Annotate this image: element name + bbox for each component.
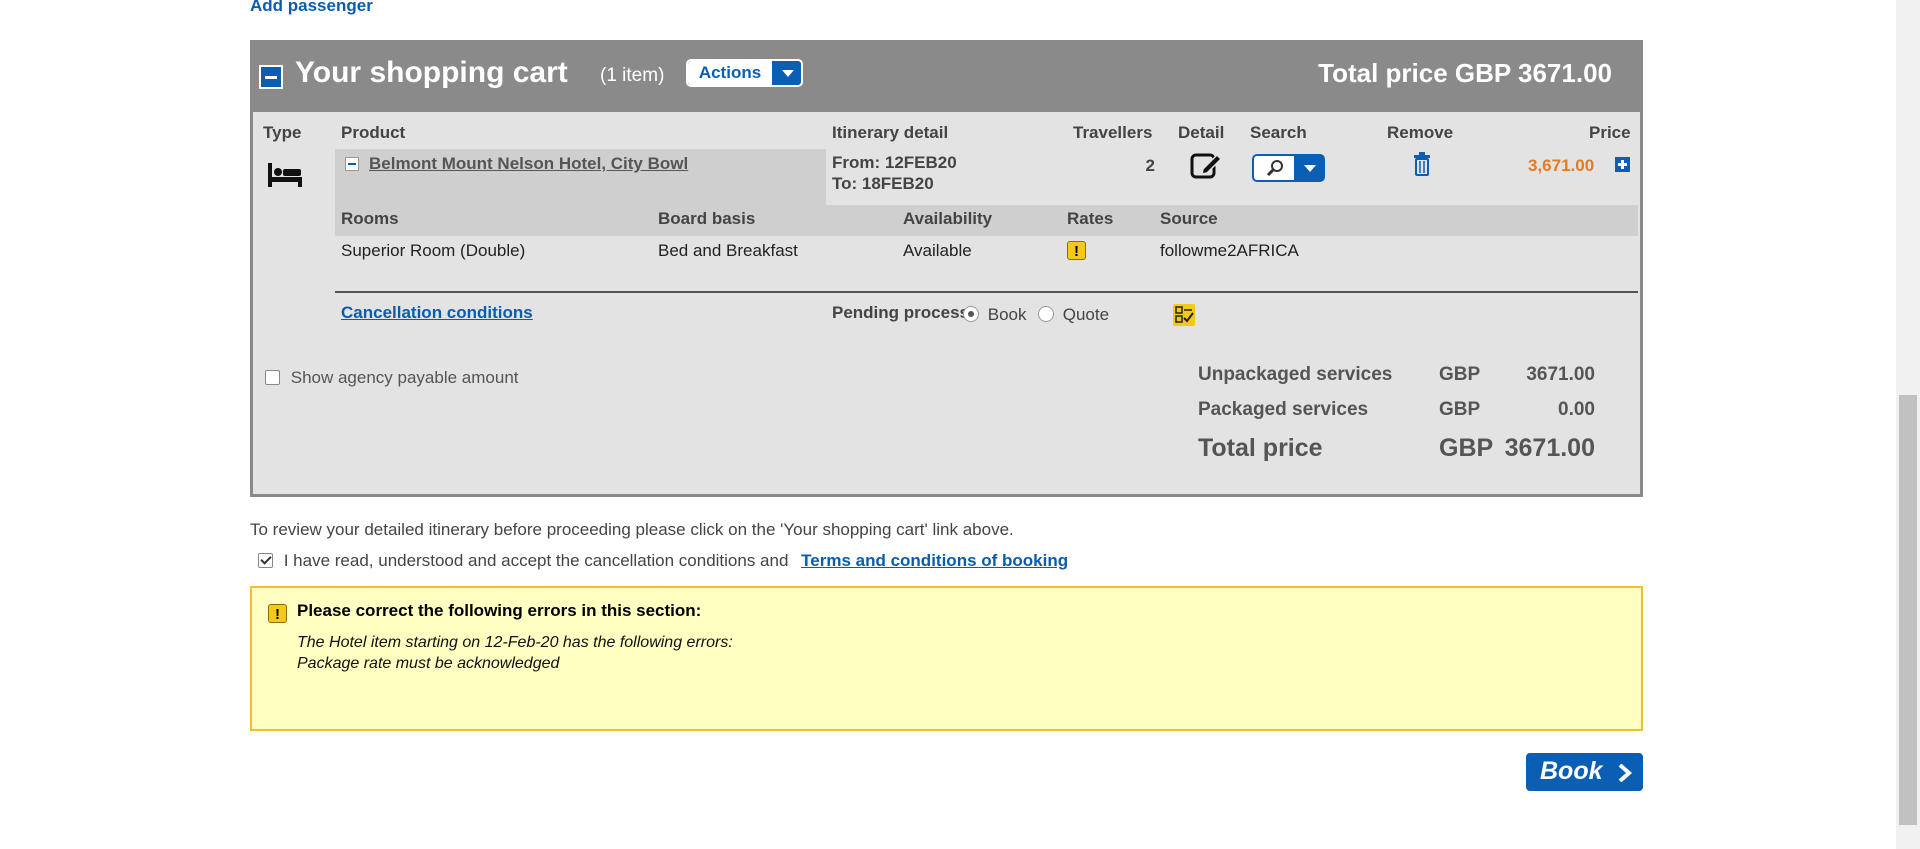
book-button-label: Book <box>1540 757 1603 785</box>
itinerary-from: From: 12FEB20 <box>832 153 957 172</box>
room-name: Superior Room (Double) <box>341 241 526 260</box>
quote-radio-label: Quote <box>1062 305 1110 324</box>
bed-icon <box>268 163 302 187</box>
expand-price-icon[interactable] <box>1615 157 1630 172</box>
show-agency-option[interactable]: Show agency payable amount <box>265 368 519 388</box>
packaged-label: Packaged services <box>1198 399 1369 420</box>
summary-total-value: 3671.00 <box>1504 434 1595 462</box>
rates-warning[interactable]: ! <box>1067 241 1086 261</box>
error-line-2: Package rate must be acknowledged <box>297 655 560 672</box>
collapse-item-icon[interactable] <box>345 157 359 171</box>
col-travellers: Travellers <box>1073 123 1153 142</box>
scrollbar-thumb[interactable] <box>1899 395 1917 825</box>
search-dropdown[interactable] <box>1252 154 1325 182</box>
checklist-icon[interactable] <box>1173 304 1195 326</box>
chevron-right-icon <box>1618 764 1633 782</box>
quote-radio[interactable] <box>1038 306 1054 322</box>
cart-title[interactable]: Your shopping cart <box>295 56 568 90</box>
add-passenger-link[interactable]: Add passenger <box>250 0 373 16</box>
board-basis: Bed and Breakfast <box>658 241 798 260</box>
unpackaged-currency: GBP <box>1439 364 1481 385</box>
sub-col-availability: Availability <box>903 209 993 228</box>
book-button[interactable]: Book <box>1526 753 1643 791</box>
actions-label: Actions <box>688 61 772 85</box>
col-detail: Detail <box>1178 123 1225 142</box>
summary-total-label: Total price <box>1198 434 1323 462</box>
search-button[interactable] <box>1254 156 1294 180</box>
error-box: ! Please correct the following errors in… <box>250 586 1643 731</box>
col-itinerary: Itinerary detail <box>832 123 949 142</box>
unpackaged-label: Unpackaged services <box>1198 364 1393 385</box>
accept-terms-text: I have read, understood and accept the c… <box>283 551 789 570</box>
book-radio[interactable] <box>963 306 979 322</box>
sub-col-rooms: Rooms <box>341 209 399 228</box>
cart-header: Your shopping cart (1 item) Actions Tota… <box>253 43 1640 112</box>
summary-total-currency: GBP <box>1439 434 1494 462</box>
error-title: Please correct the following errors in t… <box>297 601 702 620</box>
accept-terms-row: I have read, understood and accept the c… <box>258 551 1068 571</box>
availability-value: Available <box>903 241 972 260</box>
warning-icon: ! <box>268 604 287 623</box>
sub-col-source: Source <box>1160 209 1218 228</box>
shopping-cart-panel: Your shopping cart (1 item) Actions Tota… <box>250 40 1643 497</box>
pending-book-option[interactable]: Book <box>963 305 1026 325</box>
remove-trash-icon[interactable] <box>1412 152 1432 176</box>
divider <box>335 291 1638 293</box>
pending-process-label: Pending process: <box>832 303 975 322</box>
accept-terms-checkbox[interactable] <box>258 553 273 568</box>
item-price: 3,671.00 <box>1528 156 1595 175</box>
terms-conditions-link[interactable]: Terms and conditions of booking <box>801 551 1068 570</box>
show-agency-checkbox[interactable] <box>265 370 280 385</box>
show-agency-label: Show agency payable amount <box>290 368 519 387</box>
edit-detail-icon[interactable] <box>1189 149 1223 181</box>
warning-icon[interactable]: ! <box>1067 241 1086 260</box>
book-radio-label: Book <box>987 305 1027 324</box>
packaged-value: 0.00 <box>1558 399 1595 420</box>
cancellation-conditions-link[interactable]: Cancellation conditions <box>341 303 533 323</box>
sub-col-rates: Rates <box>1067 209 1114 228</box>
product-cell: Belmont Mount Nelson Hotel, City Bowl <box>335 149 826 208</box>
sub-col-board: Board basis <box>658 209 756 228</box>
chevron-down-icon <box>782 70 794 77</box>
col-type: Type <box>263 123 302 142</box>
search-icon <box>1266 160 1283 177</box>
col-remove: Remove <box>1387 123 1454 142</box>
error-line-1: The Hotel item starting on 12-Feb-20 has… <box>297 634 733 651</box>
product-name-link[interactable]: Belmont Mount Nelson Hotel, City Bowl <box>369 154 688 174</box>
scrollbar[interactable] <box>1896 0 1920 849</box>
header-total-value: GBP 3671.00 <box>1454 58 1612 88</box>
col-search: Search <box>1250 123 1307 142</box>
rooms-header-row: Rooms Board basis Availability Rates Sou… <box>335 205 1638 236</box>
itinerary-to: To: 18FEB20 <box>832 174 934 193</box>
col-price: Price <box>1589 123 1631 142</box>
header-total-price: Total price GBP 3671.00 <box>1318 58 1612 89</box>
packaged-currency: GBP <box>1439 399 1481 420</box>
unpackaged-value: 3671.00 <box>1526 364 1595 385</box>
header-total-label: Total price <box>1318 58 1448 88</box>
col-product: Product <box>341 123 406 142</box>
source-value: followme2AFRICA <box>1160 241 1299 260</box>
cart-item-count: (1 item) <box>600 65 665 86</box>
chevron-down-icon <box>1304 165 1316 172</box>
itinerary-notice: To review your detailed itinerary before… <box>250 520 1014 539</box>
actions-dropdown[interactable]: Actions <box>686 59 803 87</box>
collapse-cart-icon[interactable] <box>259 65 283 89</box>
pending-quote-option[interactable]: Quote <box>1038 305 1109 325</box>
